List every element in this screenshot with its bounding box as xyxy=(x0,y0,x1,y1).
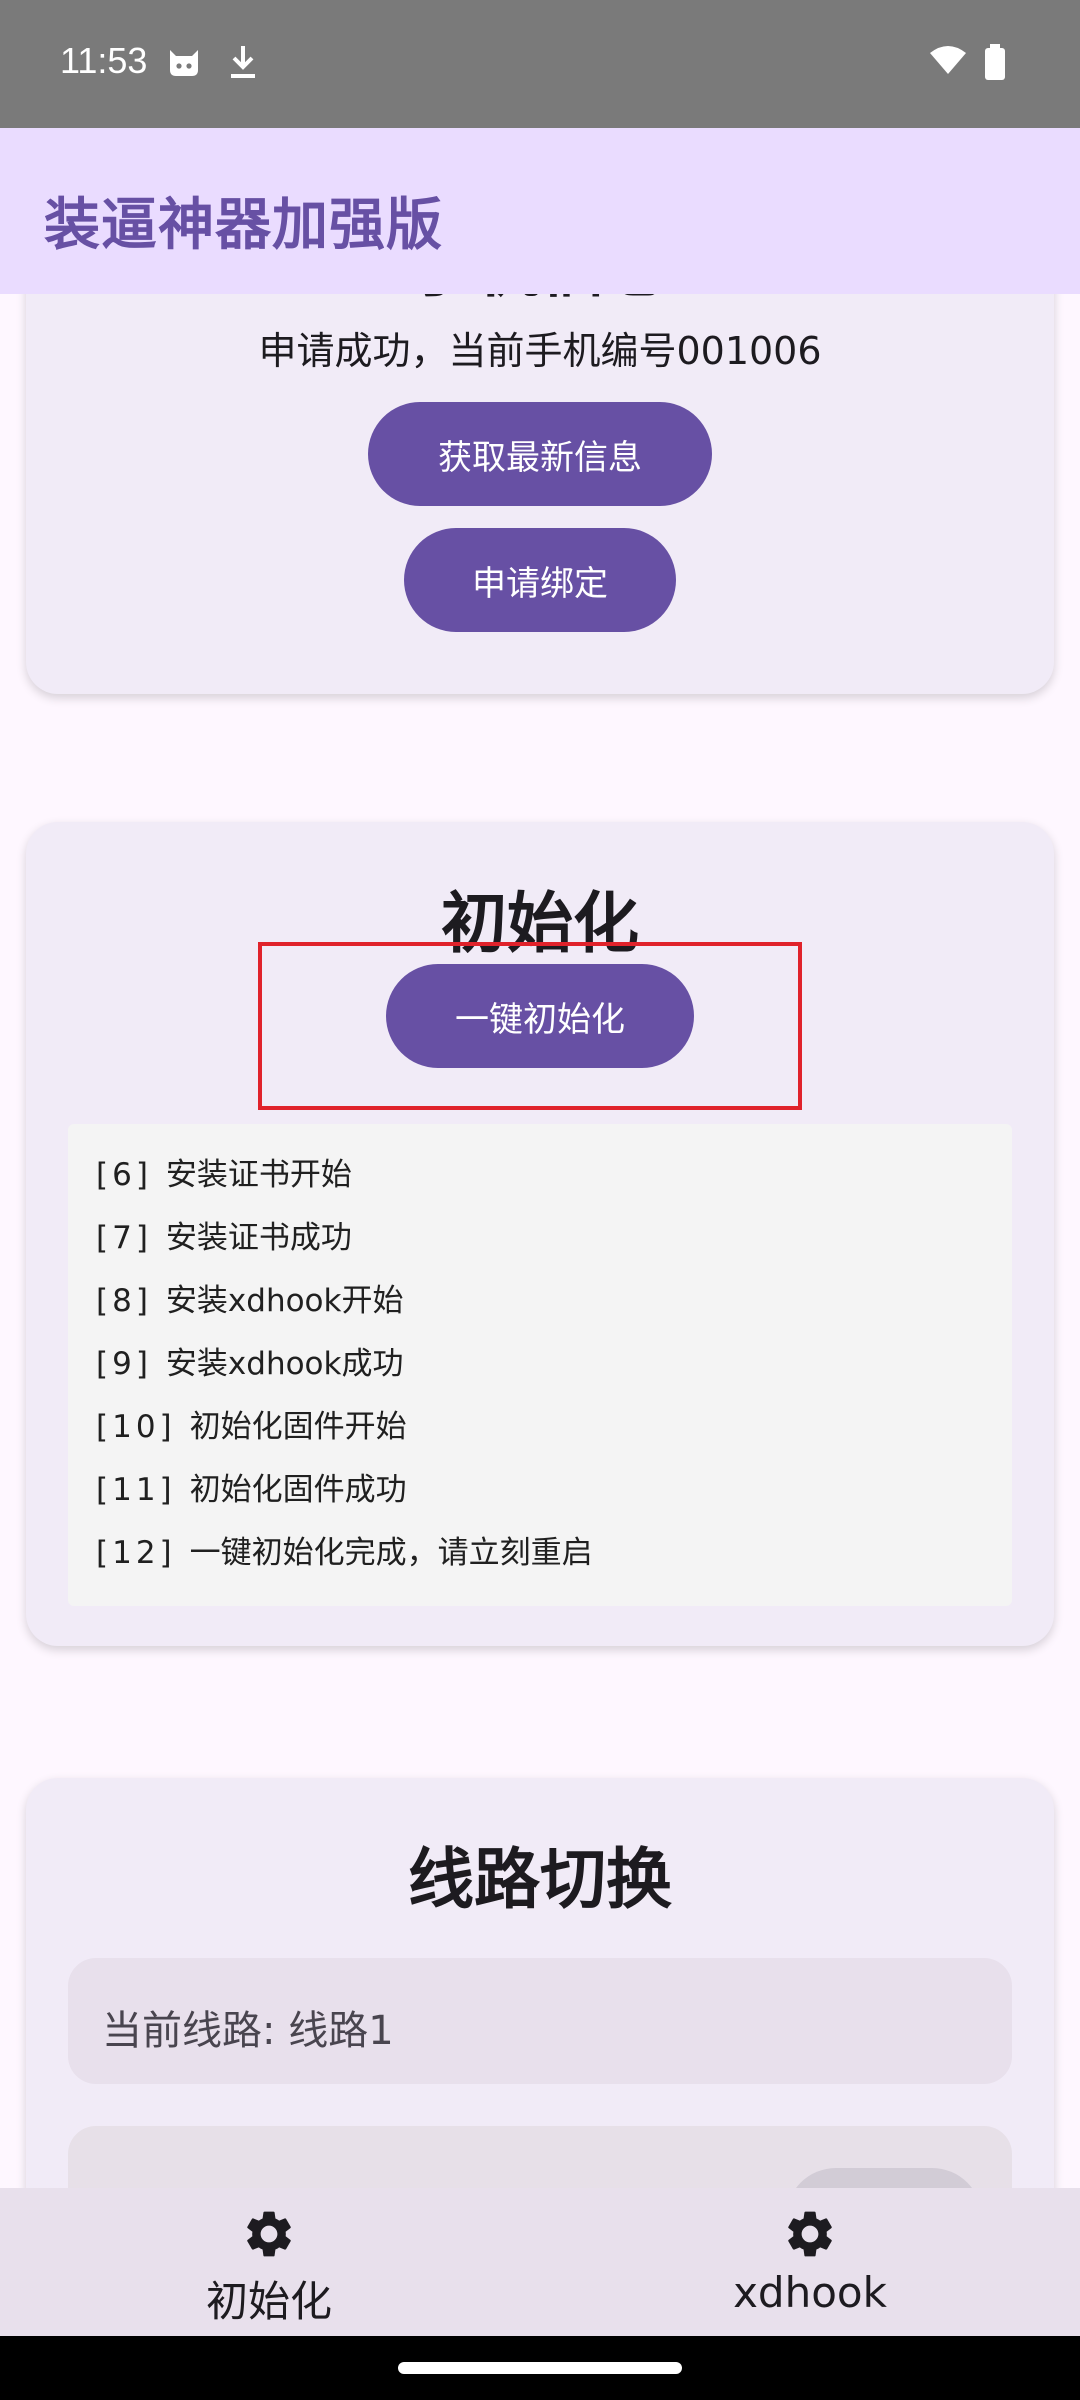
status-bar: 11:53 xyxy=(0,0,1080,128)
refresh-info-button[interactable]: 获取最新信息 xyxy=(368,402,712,506)
nav-item-init[interactable]: 初始化 xyxy=(176,2206,362,2329)
log-line: [8] 安装xdhook开始 xyxy=(96,1276,593,1339)
gear-icon xyxy=(782,2211,838,2266)
log-text: 一键初始化完成，请立刻重启 xyxy=(189,1535,593,1571)
bottom-nav: 初始化 xdhook xyxy=(0,2188,1080,2336)
log-index: [8] xyxy=(96,1283,152,1319)
gesture-bar xyxy=(0,2336,1080,2400)
phone-status-message: 申请成功，当前手机编号001006 xyxy=(258,329,822,373)
log-index: [12] xyxy=(96,1535,176,1571)
app-bar: 装逼神器加强版 xyxy=(0,128,1080,294)
route-option-row[interactable] xyxy=(68,2126,1012,2188)
route-switch-button[interactable] xyxy=(786,2168,982,2188)
log-line: [11] 初始化固件成功 xyxy=(96,1465,593,1528)
log-panel: [6] 安装证书开始 [7] 安装证书成功 [8] 安装xdhook开始 [9] 安装xdho… xyxy=(68,1124,1012,1606)
log-index: [6] xyxy=(96,1157,152,1193)
current-route-field: 当前线路: 线路1 xyxy=(68,1958,1012,2084)
battery-icon xyxy=(984,44,1006,84)
log-index: [10] xyxy=(96,1409,176,1445)
phone-info-title: 手机信息 xyxy=(26,294,1054,310)
log-list: [6] 安装证书开始 [7] 安装证书成功 [8] 安装xdhook开始 [9] 安装xdho… xyxy=(96,1150,593,1591)
log-line: [12] 一键初始化完成，请立刻重启 xyxy=(96,1528,593,1591)
log-text: 安装证书开始 xyxy=(165,1157,352,1193)
log-index: [9] xyxy=(96,1346,152,1382)
app-title: 装逼神器加强版 xyxy=(44,193,443,258)
current-route-text: 当前线路: 线路1 xyxy=(102,2008,394,2054)
log-line: [10] 初始化固件开始 xyxy=(96,1402,593,1465)
nav-label-init: 初始化 xyxy=(205,2277,332,2326)
log-text: 安装xdhook开始 xyxy=(165,1283,404,1319)
log-line: [7] 安装证书成功 xyxy=(96,1213,593,1276)
gear-icon xyxy=(241,2211,297,2266)
highlight-box xyxy=(258,942,802,1110)
wifi-icon xyxy=(928,44,968,80)
log-index: [11] xyxy=(96,1472,176,1508)
log-text: 安装xdhook成功 xyxy=(165,1346,404,1382)
route-title: 线路切换 xyxy=(408,1841,672,1918)
scroll-content[interactable]: 手机信息 申请成功，当前手机编号001006 获取最新信息 申请绑定 初始化 一… xyxy=(0,294,1080,2188)
phone-info-card: 手机信息 申请成功，当前手机编号001006 获取最新信息 申请绑定 xyxy=(26,294,1054,694)
log-line: [6] 安装证书开始 xyxy=(96,1150,593,1213)
status-time: 11:53 xyxy=(60,40,148,81)
log-text: 初始化固件开始 xyxy=(189,1409,407,1445)
nav-label-xdhook: xdhook xyxy=(733,2268,887,2317)
route-card: 线路切换 当前线路: 线路1 xyxy=(26,1778,1054,2188)
cat-icon xyxy=(166,44,202,82)
home-gesture-handle[interactable] xyxy=(398,2362,682,2374)
log-index: [7] xyxy=(96,1220,152,1256)
log-text: 初始化固件成功 xyxy=(189,1472,407,1508)
nav-item-xdhook[interactable]: xdhook xyxy=(720,2206,900,2317)
download-icon xyxy=(228,44,258,84)
log-text: 安装证书成功 xyxy=(165,1220,352,1256)
apply-bind-button[interactable]: 申请绑定 xyxy=(404,528,676,632)
log-line: [9] 安装xdhook成功 xyxy=(96,1339,593,1402)
